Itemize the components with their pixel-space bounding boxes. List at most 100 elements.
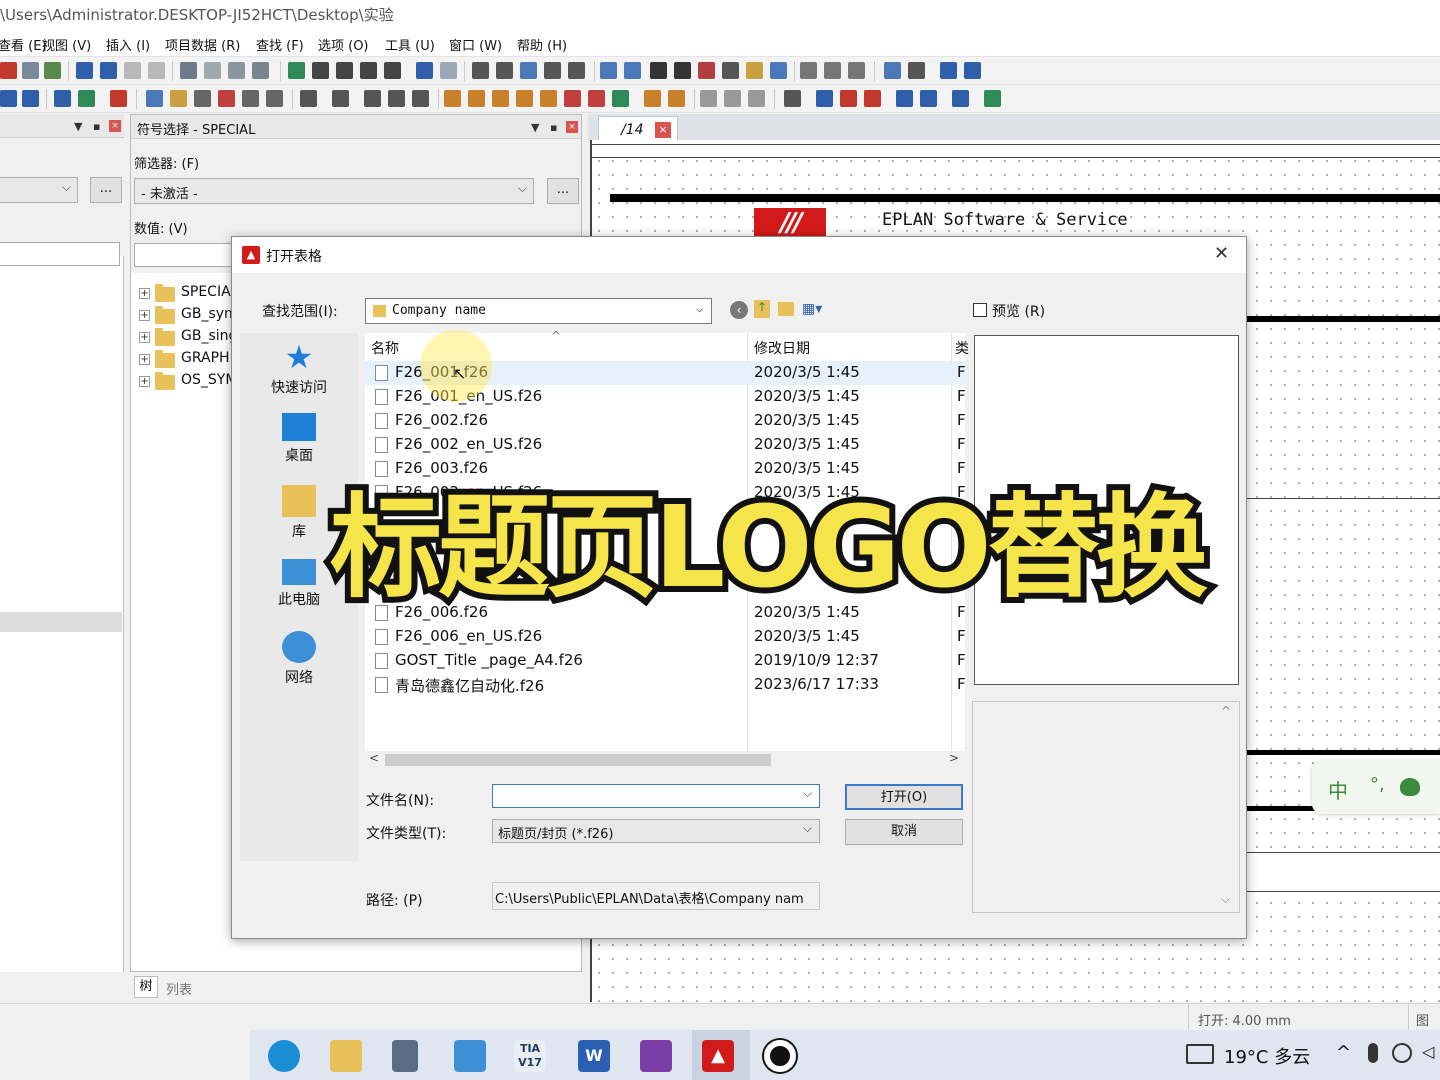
panel-menu-icon[interactable]: ▼ (531, 121, 539, 134)
terminal-e-icon[interactable] (540, 90, 557, 107)
hatch-b-icon[interactable] (724, 90, 741, 107)
delete-icon[interactable] (110, 90, 127, 107)
grid-e-icon[interactable] (568, 62, 585, 79)
note-icon[interactable] (674, 62, 691, 79)
hatch-c-icon[interactable] (748, 90, 765, 107)
computer-icon[interactable] (454, 1040, 486, 1072)
place-network[interactable]: 网络 (240, 631, 358, 687)
panel-close-icon[interactable]: × (566, 121, 578, 133)
edge-icon[interactable] (268, 1040, 300, 1072)
menu-project-data[interactable]: 项目数据 (R) (165, 35, 240, 54)
terminal-d-icon[interactable] (516, 90, 533, 107)
panel-pin-icon[interactable]: ▪ (550, 121, 557, 134)
flag-b-icon[interactable] (22, 90, 39, 107)
tab-tree[interactable]: 树 (134, 976, 158, 998)
tia-portal-icon[interactable]: TIA V17 (514, 1040, 546, 1072)
place-quick-access[interactable]: ★ 快速访问 (240, 341, 358, 397)
view-menu-icon[interactable]: ▦▾ (802, 301, 828, 317)
filter-combo[interactable]: - 未激活 - ⌵ (134, 178, 534, 204)
close-icon[interactable]: ✕ (1214, 243, 1229, 264)
ime-skin-icon[interactable] (1400, 778, 1420, 796)
record-icon[interactable] (764, 1040, 796, 1072)
grid-icon[interactable] (252, 62, 269, 79)
connect-icon[interactable] (884, 62, 901, 79)
wire-c-icon[interactable] (864, 90, 881, 107)
calculator-icon[interactable] (392, 1040, 418, 1072)
tree-item-graph[interactable]: + GRAPH (139, 349, 231, 371)
close-icon[interactable]: × (655, 122, 671, 138)
ime-chinese[interactable]: 中 (1328, 775, 1348, 804)
menu-help[interactable]: 帮助 (H) (517, 35, 567, 54)
curve-icon[interactable] (722, 62, 739, 79)
speaker-icon[interactable]: ◁ (1422, 1042, 1434, 1061)
column-name[interactable]: 名称 (371, 338, 399, 358)
text-icon[interactable] (964, 62, 981, 79)
align-a-icon[interactable] (800, 62, 817, 79)
pen-icon[interactable] (44, 62, 61, 79)
device-a-icon[interactable] (54, 90, 71, 107)
expand-icon[interactable]: + (139, 310, 150, 321)
snap-grid-icon[interactable] (600, 62, 617, 79)
undo-icon[interactable] (76, 62, 93, 79)
snap-object-icon[interactable] (624, 62, 641, 79)
tab-list[interactable]: 列表 (166, 979, 192, 998)
page-filter-combo[interactable]: ⌵ (0, 177, 78, 203)
expand-icon[interactable]: + (139, 376, 150, 387)
page-filter-more-button[interactable]: ... (90, 177, 122, 203)
doc-d-icon[interactable] (218, 90, 235, 107)
filename-input[interactable]: ⌵ (492, 784, 820, 808)
expand-icon[interactable]: + (139, 332, 150, 343)
chevron-up-icon[interactable]: ^ (1336, 1042, 1351, 1063)
menu-find[interactable]: 查找 (F) (256, 35, 304, 54)
tree-item-gb-sym[interactable]: + GB_sym (139, 305, 231, 327)
wire-b-icon[interactable] (840, 90, 857, 107)
explorer-icon[interactable] (330, 1040, 362, 1072)
align-b-icon[interactable] (824, 62, 841, 79)
open-button[interactable]: 打开(O) (845, 784, 963, 810)
grid-a-icon[interactable] (472, 62, 489, 79)
rectangle-icon[interactable] (770, 62, 787, 79)
line-end-icon[interactable] (984, 90, 1001, 107)
column-type[interactable]: 类 (955, 338, 969, 358)
terminal-a-icon[interactable] (444, 90, 461, 107)
module-a-icon[interactable] (300, 90, 317, 107)
menu-view[interactable]: 视图 (V) (42, 35, 91, 54)
table-icon[interactable] (204, 62, 221, 79)
undo-list-icon[interactable] (100, 62, 117, 79)
module-d-icon[interactable] (388, 90, 405, 107)
hatch-a-icon[interactable] (700, 90, 717, 107)
terminal-f-icon[interactable] (564, 90, 581, 107)
horizontal-scrollbar[interactable]: < > (365, 751, 965, 769)
menu-window[interactable]: 窗口 (W) (449, 35, 502, 54)
file-row[interactable]: F26_002_en_US.f26 2020/3/5 1:45 F (365, 433, 966, 457)
scroll-right-icon[interactable]: > (949, 751, 959, 765)
up-folder-icon[interactable]: ↑ (754, 300, 770, 318)
zoom-fit-icon[interactable] (384, 62, 401, 79)
place-desktop[interactable]: 桌面 (240, 413, 358, 465)
filter-more-button[interactable]: ... (547, 178, 579, 204)
tree-item-special[interactable]: + SPECIA (139, 283, 231, 305)
grid-c-icon[interactable] (520, 62, 537, 79)
wire-a-icon[interactable] (816, 90, 833, 107)
file-row[interactable]: F26_002.f26 2020/3/5 1:45 F (365, 409, 966, 433)
cancel-button[interactable]: 取消 (845, 819, 963, 845)
grid-b-icon[interactable] (496, 62, 513, 79)
microphone-icon[interactable] (1368, 1043, 1378, 1063)
module-e-icon[interactable] (412, 90, 429, 107)
document-tab[interactable]: /14 × (598, 116, 678, 142)
network-tool-icon[interactable] (908, 62, 925, 79)
globe-icon[interactable] (1392, 1043, 1412, 1063)
refresh-icon[interactable] (288, 62, 305, 79)
busbar-icon[interactable] (784, 90, 801, 107)
new-folder-icon[interactable] (778, 302, 794, 316)
scroll-left-icon[interactable]: < (369, 751, 379, 765)
frame-icon[interactable] (746, 62, 763, 79)
align-c-icon[interactable] (848, 62, 865, 79)
menu-options[interactable]: 选项 (O) (318, 35, 369, 54)
tree-item-os-sym[interactable]: +OS_SYM (139, 371, 231, 393)
cart-icon[interactable] (940, 62, 957, 79)
chart-icon[interactable] (698, 62, 715, 79)
expand-icon[interactable]: + (139, 288, 150, 299)
terminal-g-icon[interactable] (588, 90, 605, 107)
weather-widget-icon[interactable] (1186, 1044, 1214, 1064)
